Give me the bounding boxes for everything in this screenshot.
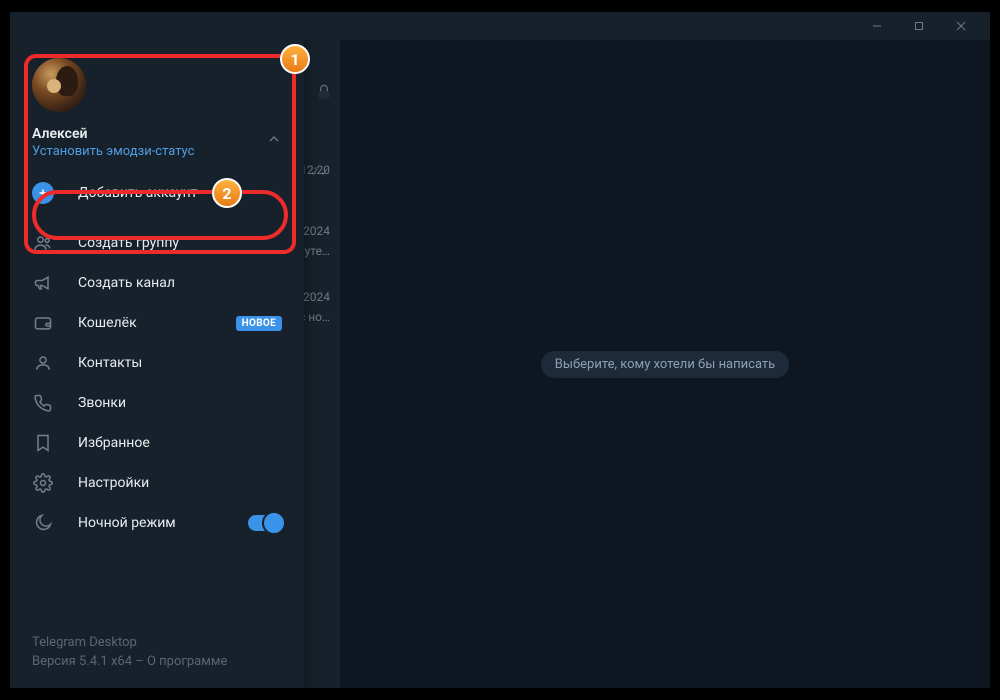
saved-messages-item[interactable]: Избранное <box>10 423 304 463</box>
set-emoji-status-link[interactable]: Установить эмодзи-статус <box>32 144 282 159</box>
app-window: ✓✓ 12:20 0.08.2024 й ауте… 0.08.2024 эос… <box>10 12 990 688</box>
group-icon <box>32 232 54 254</box>
about-link[interactable]: О программе <box>147 654 227 669</box>
settings-item[interactable]: Настройки <box>10 463 304 503</box>
calls-item[interactable]: Звонки <box>10 383 304 423</box>
new-badge: НОВОЕ <box>236 316 282 331</box>
close-button[interactable] <box>940 12 982 40</box>
drawer-footer: Telegram Desktop Версия 5.4.1 x64 – О пр… <box>10 634 304 688</box>
night-mode-item[interactable]: Ночной режим <box>10 503 304 543</box>
profile-name: Алексей <box>32 126 282 142</box>
wallet-icon <box>32 312 54 334</box>
chat-main-pane: Выберите, кому хотели бы написать <box>340 40 990 688</box>
create-group-item[interactable]: Создать группу <box>10 223 304 263</box>
annotation-badge-2: 2 <box>212 178 242 208</box>
maximize-button[interactable] <box>898 12 940 40</box>
menu-label: Создать группу <box>78 235 179 251</box>
night-mode-toggle[interactable] <box>248 515 282 531</box>
contact-icon <box>32 352 54 374</box>
bookmark-icon <box>32 432 54 454</box>
wallet-item[interactable]: Кошелёк НОВОЕ <box>10 303 304 343</box>
add-account-item[interactable]: Добавить аккаунт <box>10 173 304 213</box>
app-body: ✓✓ 12:20 0.08.2024 й ауте… 0.08.2024 эос… <box>10 40 990 688</box>
lock-icon[interactable] <box>316 84 332 104</box>
create-channel-item[interactable]: Создать канал <box>10 263 304 303</box>
main-menu-drawer: Алексей Установить эмодзи-статус Добавит… <box>10 40 304 688</box>
moon-icon <box>32 512 54 534</box>
menu-label: Создать канал <box>78 275 175 291</box>
version-line: Версия 5.4.1 x64 – О программе <box>32 653 282 672</box>
minimize-button[interactable] <box>856 12 898 40</box>
chat-time: 12:20 <box>300 163 330 177</box>
menu-label: Избранное <box>78 435 150 451</box>
avatar[interactable] <box>32 58 86 112</box>
app-name: Telegram Desktop <box>32 634 282 653</box>
phone-icon <box>32 392 54 414</box>
chevron-up-icon[interactable] <box>266 131 282 151</box>
annotation-badge-1: 1 <box>280 44 310 74</box>
menu-label: Настройки <box>78 475 149 491</box>
plus-icon <box>32 182 54 204</box>
megaphone-icon <box>32 272 54 294</box>
menu-label: Кошелёк <box>78 315 137 331</box>
empty-chat-hint: Выберите, кому хотели бы написать <box>541 351 789 378</box>
menu-label: Контакты <box>78 355 142 371</box>
gear-icon <box>32 472 54 494</box>
menu-label: Добавить аккаунт <box>78 185 197 201</box>
contacts-item[interactable]: Контакты <box>10 343 304 383</box>
menu-label: Звонки <box>78 395 126 411</box>
menu-label: Ночной режим <box>78 515 176 531</box>
profile-block[interactable]: Алексей Установить эмодзи-статус <box>10 40 304 169</box>
drawer-menu: Добавить аккаунт Создать группу Создать … <box>10 169 304 549</box>
titlebar <box>10 12 990 40</box>
